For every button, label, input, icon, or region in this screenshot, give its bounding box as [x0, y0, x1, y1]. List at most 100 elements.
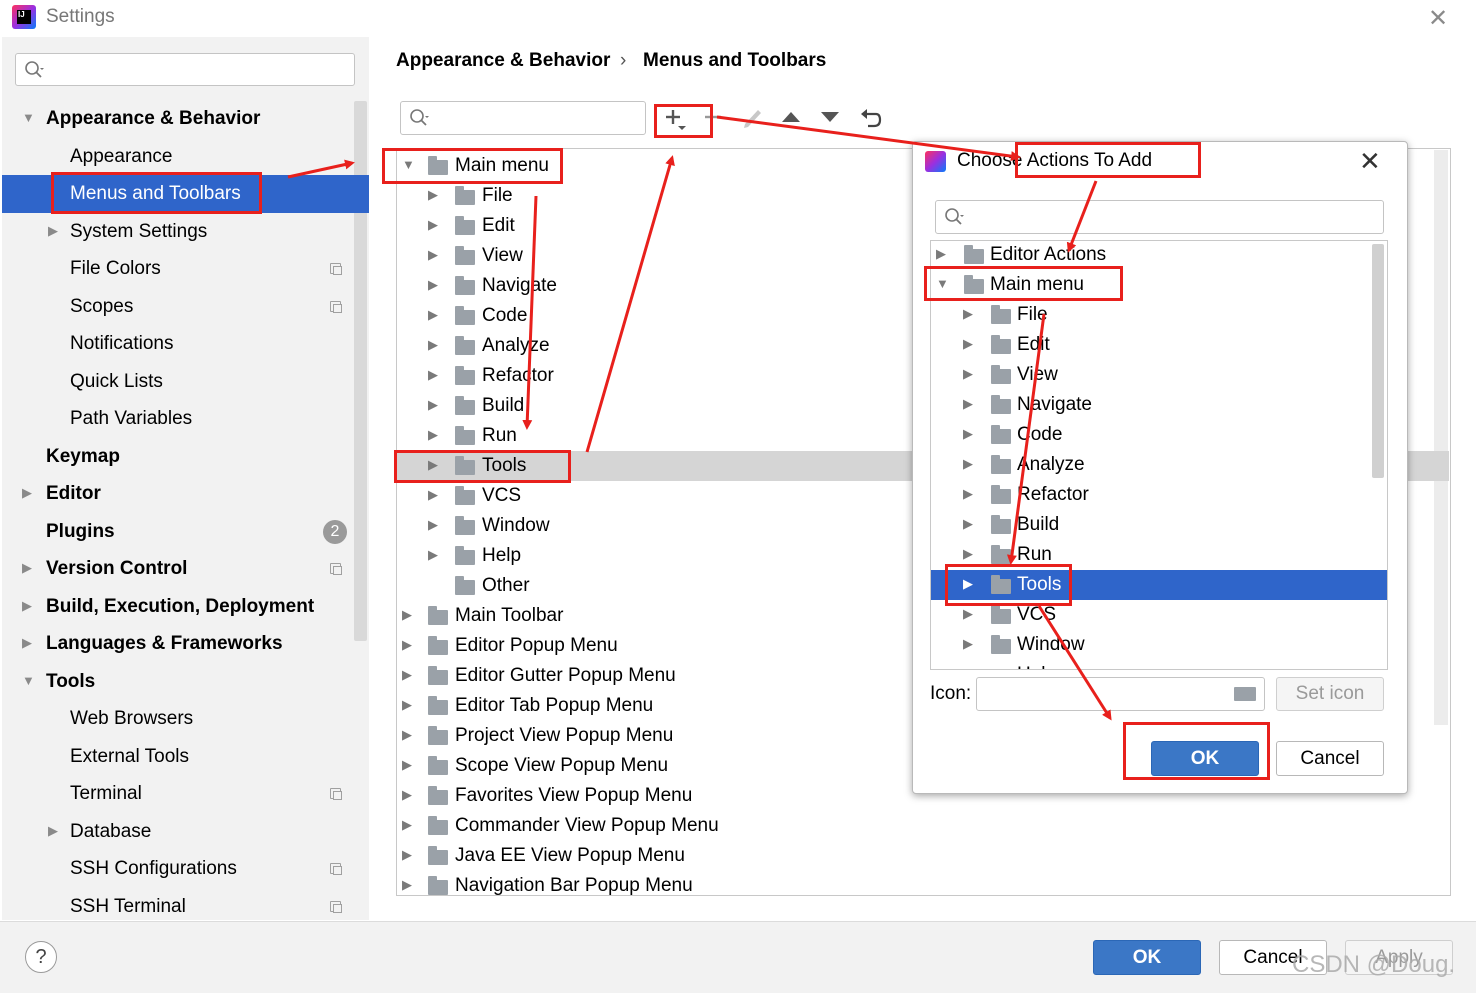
folder-icon: [991, 305, 1011, 324]
collapsed-arrow-icon[interactable]: ▶: [22, 598, 32, 614]
plugins-update-badge: 2: [323, 520, 347, 544]
tree-row-label: VCS: [482, 485, 522, 506]
help-button[interactable]: ?: [25, 941, 57, 973]
folder-icon: [991, 395, 1011, 414]
add-icon[interactable]: [662, 106, 692, 132]
tree-row-label: Editor Tab Popup Menu: [455, 695, 654, 716]
sidebar-item-build-execution-deployment[interactable]: Build, Execution, Deployment: [46, 589, 314, 625]
folder-icon: [964, 245, 984, 264]
search-icon: [25, 61, 44, 78]
sidebar-item-external-tools[interactable]: External Tools: [70, 739, 189, 775]
folder-icon: [428, 726, 448, 745]
sidebar-item-file-colors[interactable]: File Colors: [70, 251, 161, 287]
collapsed-arrow-icon[interactable]: ▶: [22, 560, 32, 576]
folder-icon: [455, 276, 475, 295]
sidebar-item-keymap[interactable]: Keymap: [46, 439, 120, 475]
browse-folder-icon[interactable]: [1234, 687, 1256, 701]
dialog-row-label: View: [1017, 364, 1058, 385]
project-scope-icon: [330, 301, 342, 313]
sidebar-search-input[interactable]: [15, 53, 355, 86]
folder-icon: [991, 545, 1011, 564]
project-scope-icon: [330, 788, 342, 800]
sidebar-item-menus-toolbars[interactable]: Menus and Toolbars: [70, 176, 241, 212]
tree-scrollbar-track[interactable]: [1434, 150, 1448, 725]
folder-icon: [455, 336, 475, 355]
project-scope-icon: [330, 901, 342, 913]
sidebar-item-path-variables[interactable]: Path Variables: [70, 401, 192, 437]
dialog-row-help[interactable]: Help: [931, 660, 1371, 669]
expanded-arrow-icon[interactable]: ▼: [22, 110, 35, 125]
tree-row-label: Other: [482, 575, 530, 596]
sidebar-item-notifications[interactable]: Notifications: [70, 326, 174, 362]
sidebar-item-scopes[interactable]: Scopes: [70, 289, 133, 325]
folder-icon: [428, 156, 448, 175]
folder-icon: [991, 455, 1011, 474]
restore-icon[interactable]: [858, 104, 884, 132]
folder-icon: [455, 516, 475, 535]
folder-icon: [455, 486, 475, 505]
sidebar-item-web-browsers[interactable]: Web Browsers: [70, 701, 193, 737]
tree-row-label: View: [482, 245, 523, 266]
project-scope-icon: [330, 563, 342, 575]
dialog-tree-scrollbar[interactable]: [1372, 244, 1384, 478]
tree-row-label: Code: [482, 305, 528, 326]
sidebar-item-system-settings[interactable]: System Settings: [70, 214, 207, 250]
sidebar-item-ssh-terminal[interactable]: SSH Terminal: [70, 889, 186, 925]
dialog-row-label: Run: [1017, 544, 1052, 565]
sidebar-item-appearance-behavior[interactable]: Appearance & Behavior: [46, 101, 260, 137]
window-close-icon[interactable]: ✕: [1428, 4, 1448, 33]
collapsed-arrow-icon[interactable]: ▶: [22, 635, 32, 651]
dialog-ok-button[interactable]: OK: [1151, 741, 1259, 776]
folder-icon: [428, 696, 448, 715]
dialog-row-label: Code: [1017, 424, 1063, 445]
tree-row-label: Main menu: [455, 155, 549, 176]
dialog-row-label: Window: [1017, 634, 1085, 655]
tree-row-label: Main Toolbar: [455, 605, 564, 626]
sidebar-item-terminal[interactable]: Terminal: [70, 776, 142, 812]
window-title: Settings: [46, 6, 115, 27]
expanded-arrow-icon[interactable]: ▼: [22, 673, 35, 688]
breadcrumb-parent[interactable]: Appearance & Behavior: [396, 50, 610, 72]
breadcrumb-separator: ›: [620, 50, 627, 71]
move-down-icon[interactable]: [819, 108, 841, 126]
collapsed-arrow-icon[interactable]: ▶: [48, 223, 58, 239]
title-bar: [0, 0, 1476, 36]
icon-field-label: Icon:: [930, 683, 972, 704]
move-up-icon[interactable]: [780, 108, 802, 126]
logo-text: IJ: [17, 10, 31, 24]
remove-icon[interactable]: [703, 106, 723, 132]
dialog-row-label: Edit: [1017, 334, 1050, 355]
tree-row-label: Tools: [482, 455, 527, 476]
tree-search-input[interactable]: [400, 101, 646, 135]
set-icon-button[interactable]: Set icon: [1276, 677, 1384, 711]
sidebar-item-version-control[interactable]: Version Control: [46, 551, 187, 587]
folder-icon: [455, 456, 475, 475]
tree-row-label: Editor Popup Menu: [455, 635, 618, 656]
ok-button[interactable]: OK: [1093, 940, 1201, 975]
dialog-row-label: Refactor: [1017, 484, 1089, 505]
sidebar-item-editor[interactable]: Editor: [46, 476, 101, 512]
collapsed-arrow-icon[interactable]: ▶: [22, 485, 32, 501]
dialog-cancel-button[interactable]: Cancel: [1276, 741, 1384, 776]
tree-row-label: Commander View Popup Menu: [455, 815, 719, 836]
folder-icon: [455, 576, 475, 595]
sidebar-item-database[interactable]: Database: [70, 814, 151, 850]
tree-row-label: Favorites View Popup Menu: [455, 785, 693, 806]
sidebar-item-appearance[interactable]: Appearance: [70, 139, 172, 175]
sidebar-item-ssh-configurations[interactable]: SSH Configurations: [70, 851, 237, 887]
folder-icon: [455, 246, 475, 265]
dialog-close-icon[interactable]: ✕: [1359, 146, 1381, 177]
sidebar-item-quick-lists[interactable]: Quick Lists: [70, 364, 163, 400]
edit-icon[interactable]: [741, 104, 765, 130]
icon-path-input[interactable]: [976, 677, 1265, 711]
collapsed-arrow-icon[interactable]: ▶: [48, 823, 58, 839]
folder-icon: [991, 515, 1011, 534]
dialog-title: Choose Actions To Add: [957, 150, 1153, 171]
dialog-search-input[interactable]: [935, 200, 1384, 234]
dialog-row-label: Help: [1017, 660, 1056, 669]
search-icon: [410, 109, 429, 126]
tree-row-label: Run: [482, 425, 517, 446]
sidebar-item-languages-frameworks[interactable]: Languages & Frameworks: [46, 626, 283, 662]
sidebar-item-tools[interactable]: Tools: [46, 664, 95, 700]
sidebar-item-plugins[interactable]: Plugins: [46, 514, 115, 550]
